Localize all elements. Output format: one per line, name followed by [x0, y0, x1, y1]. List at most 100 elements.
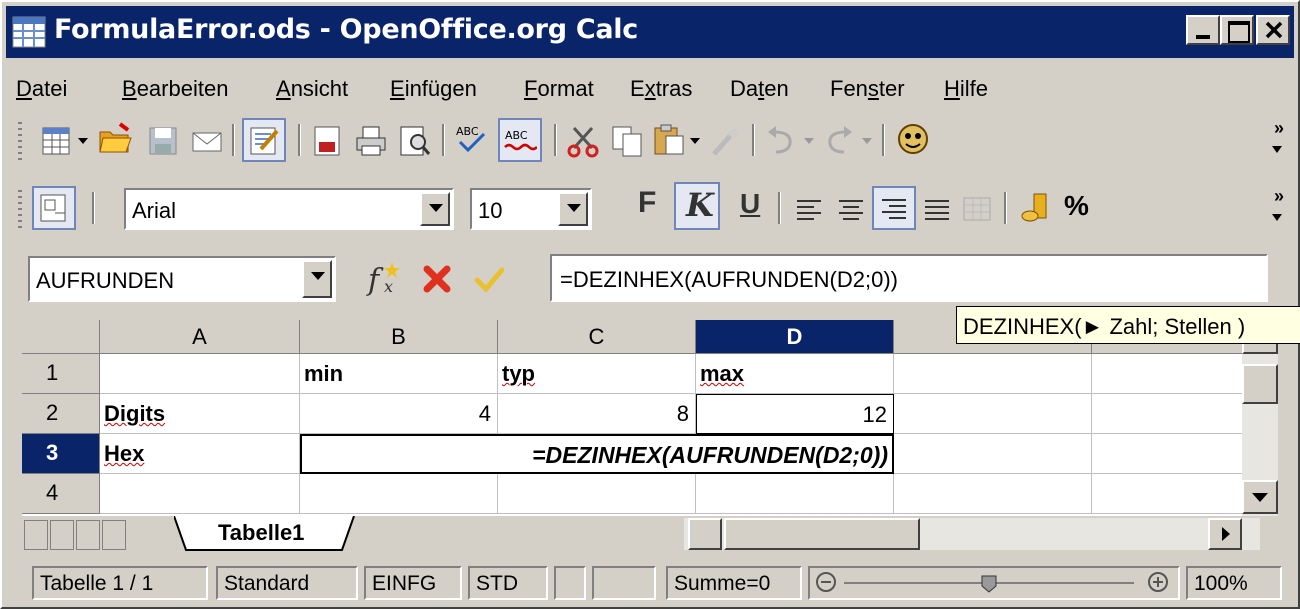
stylist-button[interactable] [32, 186, 76, 230]
cell-b4[interactable] [300, 474, 498, 514]
cell-e3[interactable] [894, 434, 1092, 474]
menu-hilfe[interactable]: Hilfe [944, 76, 988, 102]
cell-a2[interactable]: Digits [100, 394, 300, 434]
spellcheck-icon[interactable]: ABC [454, 122, 488, 156]
close-button[interactable] [1256, 15, 1290, 45]
cell-a3[interactable]: Hex [100, 434, 300, 474]
scroll-right-button[interactable] [1208, 518, 1242, 550]
menu-daten[interactable]: Daten [730, 76, 789, 102]
row-header-3[interactable]: 3 [22, 434, 100, 474]
cell-f2[interactable] [1092, 394, 1242, 434]
toolbar-grip[interactable] [18, 190, 22, 230]
menu-fenster[interactable]: Fenster [830, 76, 905, 102]
status-insert-mode[interactable]: EINFG [364, 566, 462, 600]
status-sheet[interactable]: Tabelle 1 / 1 [32, 566, 208, 600]
cell-f3[interactable] [1092, 434, 1242, 474]
redo-icon[interactable] [822, 124, 856, 158]
column-header-a[interactable]: A [100, 320, 300, 354]
cell-b1[interactable]: min [300, 354, 498, 394]
toolbar-options-icon[interactable] [1272, 214, 1282, 221]
name-box[interactable]: AUFRUNDEN [28, 256, 336, 302]
minimize-button[interactable] [1186, 15, 1220, 45]
chevron-down-icon[interactable] [302, 260, 332, 298]
last-sheet-button[interactable] [102, 520, 126, 550]
zoom-in-icon[interactable] [1146, 570, 1170, 594]
row-header-4[interactable]: 4 [22, 474, 100, 514]
bold-button[interactable]: F [638, 186, 656, 220]
accept-icon[interactable] [474, 264, 504, 294]
cell-e2[interactable] [894, 394, 1092, 434]
toolbar-overflow-icon[interactable]: » [1274, 118, 1284, 139]
menu-bearbeiten[interactable]: Bearbeiten [122, 76, 228, 102]
status-sum[interactable]: Summe=0 [666, 566, 802, 600]
column-header-b[interactable]: B [300, 320, 498, 354]
merge-cells-icon[interactable] [960, 192, 994, 226]
cell-f1[interactable] [1092, 354, 1242, 394]
scroll-down-button[interactable] [1242, 480, 1278, 514]
cell-c1[interactable]: typ [498, 354, 696, 394]
currency-icon[interactable] [1020, 190, 1054, 224]
chevron-down-icon[interactable] [558, 192, 588, 226]
next-sheet-button[interactable] [76, 520, 100, 550]
copy-icon[interactable] [610, 124, 644, 158]
new-spreadsheet-icon[interactable] [40, 124, 74, 158]
new-dropdown-icon[interactable] [78, 138, 88, 144]
cell-d1[interactable]: max [696, 354, 894, 394]
align-right-button[interactable] [872, 186, 916, 230]
column-header-d[interactable]: D [696, 320, 894, 354]
status-style[interactable]: Standard [216, 566, 358, 600]
row-header-1[interactable]: 1 [22, 354, 100, 394]
format-paintbrush-icon[interactable] [708, 124, 742, 158]
menu-ansicht[interactable]: Ansicht [276, 76, 348, 102]
vertical-scrollbar[interactable] [1242, 320, 1278, 516]
redo-dropdown-icon[interactable] [862, 138, 872, 144]
menu-einfuegen[interactable]: Einfügen [390, 76, 477, 102]
font-name-combo[interactable]: Arial [124, 188, 454, 230]
cell-c2[interactable]: 8 [498, 394, 696, 434]
zoom-out-icon[interactable] [814, 570, 838, 594]
navigator-icon[interactable] [896, 122, 930, 156]
cell-e1[interactable] [894, 354, 1092, 394]
cell-a1[interactable] [100, 354, 300, 394]
cell-a4[interactable] [100, 474, 300, 514]
hscroll-thumb[interactable] [724, 518, 920, 550]
paste-dropdown-icon[interactable] [690, 138, 700, 144]
toolbar-overflow-icon[interactable]: » [1274, 186, 1284, 207]
paste-icon[interactable] [652, 122, 686, 156]
status-signature[interactable] [592, 566, 656, 600]
export-pdf-icon[interactable] [310, 124, 344, 158]
print-icon[interactable] [354, 124, 388, 158]
toolbar-grip[interactable] [18, 122, 22, 162]
cell-b2[interactable]: 4 [300, 394, 498, 434]
maximize-button[interactable] [1220, 15, 1254, 45]
cell-f4[interactable] [1092, 474, 1242, 514]
align-left-icon[interactable] [792, 192, 826, 226]
chevron-down-icon[interactable] [420, 192, 450, 226]
cell-d4[interactable] [696, 474, 894, 514]
font-size-combo[interactable]: 10 [470, 188, 592, 230]
cut-icon[interactable] [566, 124, 600, 158]
cell-b3-editing[interactable]: =DEZINHEX(AUFRUNDEN(D2;0)) [300, 434, 894, 474]
toolbar-options-icon[interactable] [1272, 146, 1282, 153]
formula-input[interactable]: =DEZINHEX(AUFRUNDEN(D2;0)) [550, 254, 1268, 302]
sheet-tab-tabelle1[interactable]: Tabelle1 [200, 516, 350, 550]
menu-extras[interactable]: Extras [630, 76, 692, 102]
autospellcheck-button[interactable]: ABC [498, 118, 542, 162]
function-wizard-icon[interactable]: fx [366, 258, 406, 298]
scroll-left-button[interactable] [688, 518, 722, 550]
page-preview-icon[interactable] [398, 124, 432, 158]
cell-d2[interactable]: 12 [696, 394, 894, 434]
underline-button[interactable]: U [740, 188, 760, 220]
open-folder-icon[interactable] [98, 122, 132, 156]
justify-icon[interactable] [920, 192, 954, 226]
cell-e4[interactable] [894, 474, 1092, 514]
align-center-icon[interactable] [834, 192, 868, 226]
horizontal-scrollbar[interactable] [684, 518, 1260, 550]
scroll-thumb[interactable] [1242, 364, 1278, 404]
undo-dropdown-icon[interactable] [804, 138, 814, 144]
status-zoom[interactable]: 100% [1186, 566, 1282, 600]
undo-icon[interactable] [764, 124, 798, 158]
cancel-icon[interactable] [422, 264, 452, 294]
italic-button[interactable]: K [674, 182, 720, 230]
zoom-slider[interactable] [808, 566, 1180, 600]
